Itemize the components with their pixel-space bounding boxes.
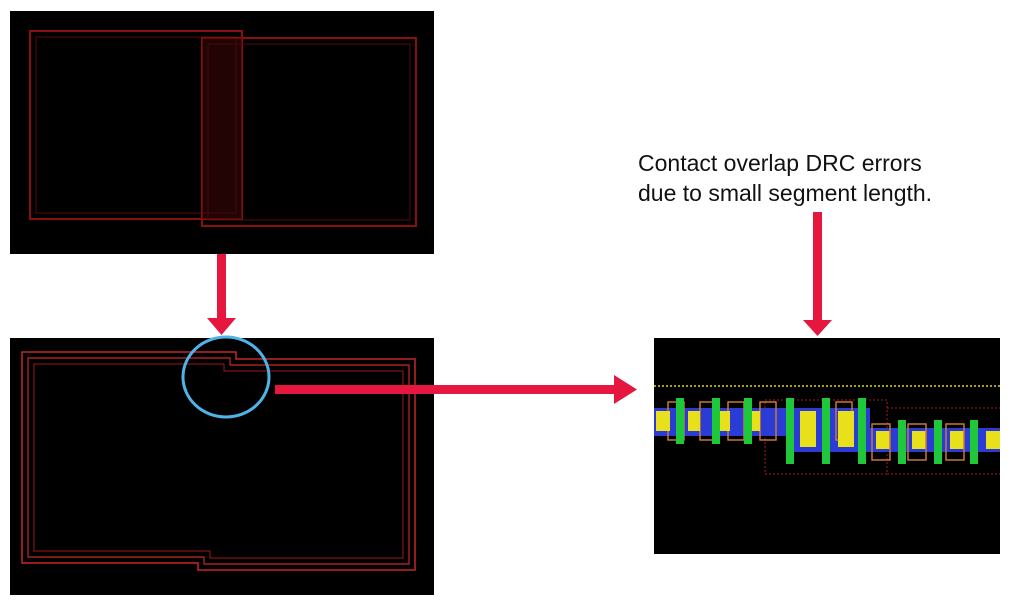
panel-zoomed-contacts xyxy=(654,338,1000,554)
drc-diagram: Contact overlap DRC errors due to small … xyxy=(10,11,1000,595)
arrow-down-1 xyxy=(207,254,236,335)
panel-merged-outline xyxy=(10,335,434,595)
panel-overlapping-rectangles xyxy=(10,11,434,254)
arrow-down-2 xyxy=(803,212,832,336)
annotation-line-1: Contact overlap DRC errors xyxy=(638,150,922,176)
annotation: Contact overlap DRC errors due to small … xyxy=(638,150,932,206)
annotation-line-2: due to small segment length. xyxy=(638,180,932,206)
